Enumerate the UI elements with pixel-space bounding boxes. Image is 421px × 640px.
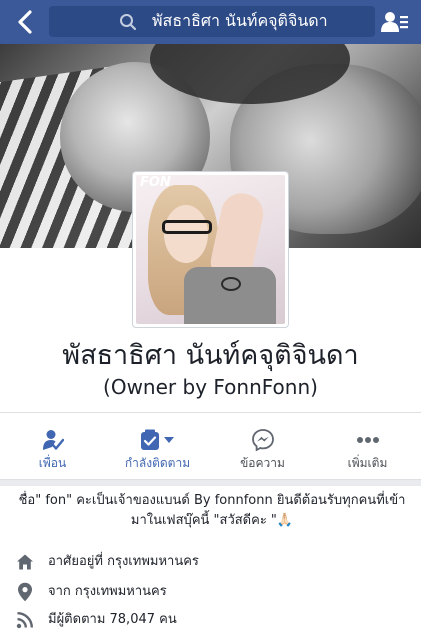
friends-check-icon	[42, 430, 64, 450]
location-pin-icon	[18, 582, 32, 602]
rss-followers-icon	[16, 612, 33, 629]
profile-name: พัสธาธิศา นันท์คจุติจินดา	[62, 340, 359, 371]
profile-photo-logo	[221, 277, 241, 291]
message-button[interactable]: ข้อความ	[210, 413, 315, 479]
back-button[interactable]	[6, 4, 44, 40]
search-input[interactable]: พัสธาธิศา นันท์คจุติจินดา	[49, 6, 375, 37]
info-row-lives-in[interactable]: อาศัยอยู่ที่ กรุงเทพมหานคร	[0, 550, 421, 576]
bio-line-2: มาในเฟสบุ๊คนี้ "สวัสดีคะ "🙏🏻	[130, 513, 294, 528]
profile-bio: ชื่อ" fon" คะเป็นเจ้าของแบนด์ By fonnfon…	[14, 491, 410, 531]
following-button-label: กำลังติดตาม	[124, 456, 191, 470]
chevron-left-icon	[18, 10, 32, 34]
info-row-followers[interactable]: มีผู้ติดตาม 78,047 คน	[0, 608, 421, 634]
top-navigation-bar: พัสธาธิศา นันท์คจุติจินดา	[0, 0, 421, 44]
message-button-label: ข้อความ	[240, 456, 285, 470]
profile-photo-watermark: FON	[140, 175, 171, 190]
profile-photo-glasses	[162, 220, 212, 234]
profile-action-bar: เพื่อน กำลังติดตาม ข้อความ เพิ่มเติม	[0, 412, 421, 480]
following-button[interactable]: กำลังติดตาม	[105, 413, 210, 479]
more-dots-icon	[356, 437, 379, 443]
search-icon	[120, 14, 137, 31]
profile-photo: FON	[136, 175, 285, 324]
friends-button-label: เพื่อน	[38, 456, 67, 470]
lives-in-text: อาศัยอยู่ที่ กรุงเทพมหานคร	[48, 554, 199, 569]
following-feed-icon	[140, 429, 174, 450]
more-button-label: เพิ่มเติม	[347, 456, 388, 470]
home-icon	[17, 554, 33, 570]
friends-list-icon	[381, 12, 408, 32]
friends-list-button[interactable]	[378, 8, 412, 36]
more-button[interactable]: เพิ่มเติม	[315, 413, 420, 479]
chevron-down-icon	[163, 437, 174, 443]
profile-picture[interactable]: FON	[132, 171, 289, 328]
section-divider	[0, 480, 421, 486]
bio-line-1: ชื่อ" fon" คะเป็นเจ้าของแบนด์ By fonnfon…	[18, 493, 406, 508]
profile-photo-dress	[184, 267, 276, 324]
profile-photo-face	[164, 205, 208, 263]
messenger-icon	[251, 429, 274, 451]
info-row-from[interactable]: จาก กรุงเทพมหานคร	[0, 580, 421, 606]
profile-subtitle: (Owner by FonnFonn)	[103, 375, 318, 399]
friends-button[interactable]: เพื่อน	[0, 413, 105, 479]
from-text: จาก กรุงเทพมหานคร	[48, 584, 167, 599]
followers-text: มีผู้ติดตาม 78,047 คน	[48, 612, 177, 627]
search-query-text: พัสธาธิศา นันท์คจุติจินดา	[152, 11, 328, 30]
